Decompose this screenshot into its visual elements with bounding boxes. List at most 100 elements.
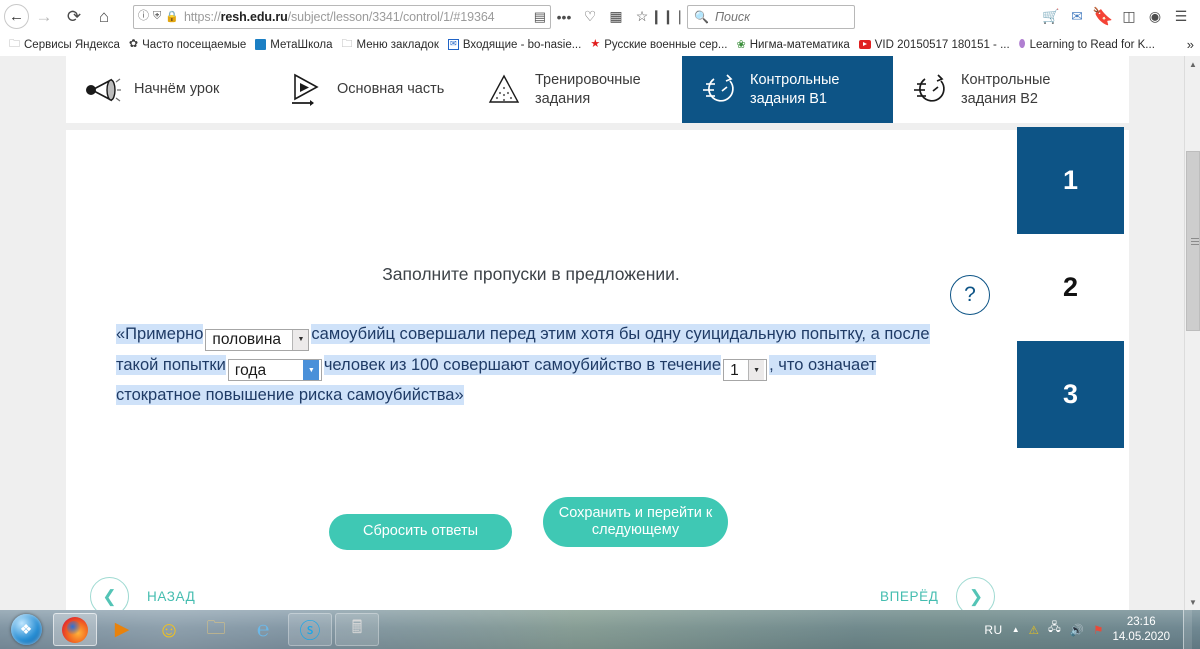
chevron-left-icon[interactable]: ❮ — [90, 577, 129, 610]
pocket-icon[interactable]: ♡ — [577, 4, 603, 30]
browser-right-icons: 🛒 ✉ 🔖 ◫ ◉ ☰ — [1038, 4, 1194, 30]
windows-taskbar: ▶ ☺ 🗀 ℮ ⓢ 🖩 RU ▲ ⚠ 🖧 🔊 ⚑ 23:16 14.05.202… — [0, 610, 1200, 649]
tab-control-tasks-b2[interactable]: Контрольные задания В2 — [893, 56, 1108, 123]
cart-icon[interactable]: 🛒 — [1038, 4, 1064, 30]
help-icon[interactable]: ? — [950, 275, 990, 315]
blank-select-2[interactable]: года ▼ — [227, 359, 322, 381]
clock[interactable]: 23:16 14.05.2020 — [1112, 615, 1170, 644]
bookmarks-overflow-button[interactable]: » — [1187, 37, 1198, 52]
play-triangle-icon — [287, 71, 325, 109]
taskbar-item-skype[interactable]: ⓢ — [288, 613, 332, 646]
home-button[interactable]: ⌂ — [89, 3, 119, 31]
bookmark-label: Русские военные сер... — [604, 38, 728, 51]
bookmark-item[interactable]: ⬮ Learning to Read for K... — [1016, 36, 1161, 53]
save-and-next-button[interactable]: Сохранить и перейти к следующему — [543, 497, 728, 547]
page-scrollbar[interactable]: ▲ ▼ — [1184, 56, 1200, 610]
browser-toolbar: ← → ⟳ ⌂ ⓘ ⛨ 🔒 https://resh.edu.ru/subjec… — [0, 0, 1200, 33]
volume-icon[interactable]: 🔊 — [1070, 623, 1084, 637]
task-prompt: Заполните пропуски в предложении. — [382, 264, 680, 284]
url-text: https://resh.edu.ru/subject/lesson/3341/… — [183, 9, 495, 24]
info-circle-icon[interactable]: ⓘ — [138, 11, 149, 22]
taskbar-item-smiley-pro[interactable]: ☺ — [147, 613, 191, 646]
mail-envelope-icon: ✉ — [447, 39, 459, 50]
bookmark-item[interactable]: ❀ Нигма-математика — [733, 36, 855, 53]
bookmark-item[interactable]: ★ Русские военные сер... — [587, 37, 733, 53]
flag-error-icon[interactable]: ⚑ — [1093, 623, 1103, 637]
tab-start-lesson[interactable]: Начнём урок — [66, 56, 269, 123]
next-label: ВПЕРЁД — [880, 589, 939, 604]
reset-answers-button[interactable]: Сбросить ответы — [329, 514, 512, 550]
previous-navigation[interactable]: ❮ НАЗАД — [90, 577, 195, 610]
windows-start-icon[interactable] — [2, 612, 50, 647]
search-input[interactable] — [714, 9, 848, 24]
show-desktop-button[interactable] — [1183, 610, 1192, 649]
taskbar-item-firefox[interactable] — [53, 613, 97, 646]
clock-time: 23:16 — [1126, 616, 1156, 629]
triangle-up-icon[interactable]: ▲ — [1012, 625, 1020, 634]
triangle-up-icon[interactable]: ▲ — [1185, 56, 1200, 72]
bookmark-label: VID 20150517 180151 - ... — [874, 38, 1010, 51]
reload-button[interactable]: ⟳ — [59, 3, 89, 31]
bookmark-item[interactable]: 🗀 Меню закладок — [339, 37, 445, 53]
tab-label: Тренировочные задания — [535, 72, 641, 107]
network-icon[interactable]: 🖧 — [1048, 620, 1061, 639]
mail-icon[interactable]: ✉ — [1064, 4, 1090, 30]
forward-button[interactable]: → — [29, 3, 59, 31]
blank-select-1[interactable]: половина ▼ — [205, 328, 310, 351]
grid-icon[interactable]: ▦ — [603, 4, 629, 30]
clock-date: 14.05.2020 — [1112, 630, 1170, 643]
bookmark-item[interactable]: 🗀 Сервисы Яндекса — [6, 37, 126, 53]
stopwatch-icon — [911, 71, 949, 109]
bookmark-label: Learning to Read for K... — [1029, 38, 1155, 51]
firefox-icon — [62, 616, 88, 643]
tab-training-tasks[interactable]: Тренировочные задания — [467, 56, 682, 123]
taskbar-item-internet-explorer[interactable]: ℮ — [241, 613, 285, 646]
triangle-down-icon[interactable]: ▼ — [1185, 594, 1200, 610]
bookmark-label: Входящие - bo-nasie... — [462, 38, 582, 51]
menu-icon[interactable]: ☰ — [1168, 4, 1194, 30]
shield-icon[interactable]: ⛨ — [153, 11, 161, 22]
tab-main-part[interactable]: Основная часть — [269, 56, 467, 123]
tab-control-tasks-b1[interactable]: Контрольные задания В1 — [682, 56, 893, 123]
folder-icon: 🗀 — [9, 38, 20, 50]
bookmark-item[interactable]: ✿ Часто посещаемые — [126, 37, 252, 53]
calculator-icon: 🖩 — [351, 616, 363, 637]
url-bar[interactable]: ⓘ ⛨ 🔒 https://resh.edu.ru/subject/lesson… — [133, 4, 551, 29]
reader-view-icon[interactable]: ▤ — [528, 9, 546, 25]
sidebar-icon[interactable]: ◫ — [1116, 4, 1142, 30]
scrollbar-thumb[interactable] — [1186, 151, 1200, 331]
folder-icon: 🗀 — [341, 38, 353, 50]
search-bar[interactable]: 🔍 — [687, 4, 855, 29]
system-tray: RU ▲ ⚠ 🖧 🔊 ⚑ 23:16 14.05.2020 — [984, 610, 1200, 649]
projector-icon — [84, 71, 122, 109]
stopwatch-icon — [700, 71, 738, 109]
account-icon[interactable]: ◉ — [1142, 4, 1168, 30]
search-icon: 🔍 — [694, 9, 709, 24]
ellipsis-icon[interactable]: ••• — [551, 4, 577, 30]
bookmark-label: Сервисы Яндекса — [24, 38, 120, 51]
bookmark-flag-icon[interactable]: 🔖 — [1090, 4, 1116, 30]
language-indicator[interactable]: RU — [984, 623, 1002, 637]
lesson-tab-strip: Начнём урок Основная часть Тренировочные… — [66, 56, 1129, 123]
task-number-3[interactable]: 3 — [1017, 341, 1124, 448]
bookmark-item[interactable]: МетаШкола — [252, 37, 338, 53]
tab-label: Контрольные задания В2 — [961, 72, 1051, 107]
antivirus-warning-icon[interactable]: ⚠ — [1029, 623, 1039, 637]
chevron-down-icon[interactable]: ▼ — [748, 360, 765, 380]
bookmark-item[interactable]: VID 20150517 180151 - ... — [856, 37, 1016, 53]
library-icon[interactable]: ❙❙❘ — [650, 4, 685, 30]
back-button[interactable]: ← — [4, 4, 29, 29]
chevron-right-icon[interactable]: ❯ — [956, 577, 996, 610]
padlock-icon[interactable]: 🔒 — [165, 10, 179, 23]
blank-select-3[interactable]: 1 ▼ — [723, 359, 768, 381]
red-star-icon: ★ — [590, 38, 601, 50]
taskbar-item-explorer-folder[interactable]: 🗀 — [194, 613, 238, 646]
taskbar-item-media-player[interactable]: ▶ — [100, 613, 144, 646]
task-number-1[interactable]: 1 — [1017, 127, 1124, 234]
task-number-2[interactable]: 2 — [1017, 234, 1124, 341]
taskbar-item-calculator[interactable]: 🖩 — [335, 613, 379, 646]
chevron-down-icon[interactable]: ▼ — [292, 329, 309, 350]
next-navigation[interactable]: ВПЕРЁД ❯ — [880, 577, 996, 610]
chevron-down-icon[interactable]: ▼ — [302, 360, 319, 380]
bookmark-item[interactable]: ✉ Входящие - bo-nasie... — [445, 37, 587, 53]
